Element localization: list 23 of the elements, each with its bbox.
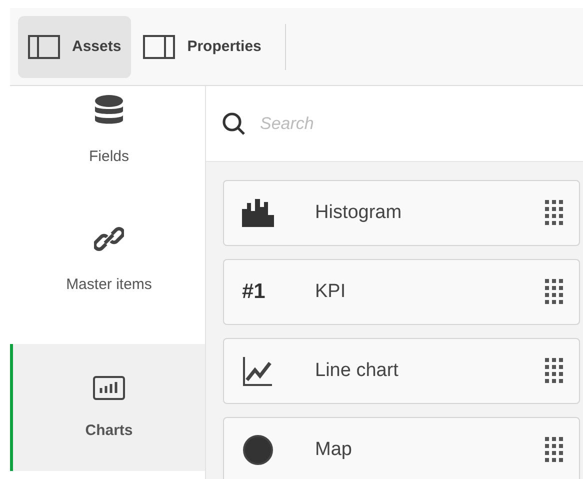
line-chart-icon [242, 356, 274, 386]
chart-type-card[interactable]: Line chart [223, 338, 580, 404]
drag-handle-icon[interactable] [545, 200, 563, 226]
bar-chart-icon [93, 376, 125, 400]
left-panel-icon [28, 34, 60, 58]
panel-tab[interactable]: Properties [133, 16, 272, 78]
right-panel-icon [143, 34, 176, 58]
histogram-icon [242, 199, 274, 227]
search-icon [222, 112, 246, 136]
chart-type-label: Line chart [315, 360, 400, 382]
drag-handle-icon[interactable] [545, 279, 563, 305]
nav-item[interactable]: Charts [10, 344, 205, 471]
database-icon [93, 94, 125, 126]
chart-type-label: KPI [315, 281, 347, 303]
chart-type-card[interactable]: Map [223, 417, 580, 479]
drag-handle-icon[interactable] [545, 358, 563, 384]
panel-tab[interactable]: Assets [18, 16, 132, 78]
drag-handle-icon[interactable] [545, 437, 563, 463]
chart-type-card[interactable]: #1 KPI [223, 259, 580, 325]
chart-type-label: Map [315, 439, 353, 461]
chart-type-card[interactable]: Histogram [223, 180, 580, 246]
chart-type-label: Histogram [315, 202, 403, 224]
kpi-icon: #1 [242, 280, 266, 304]
